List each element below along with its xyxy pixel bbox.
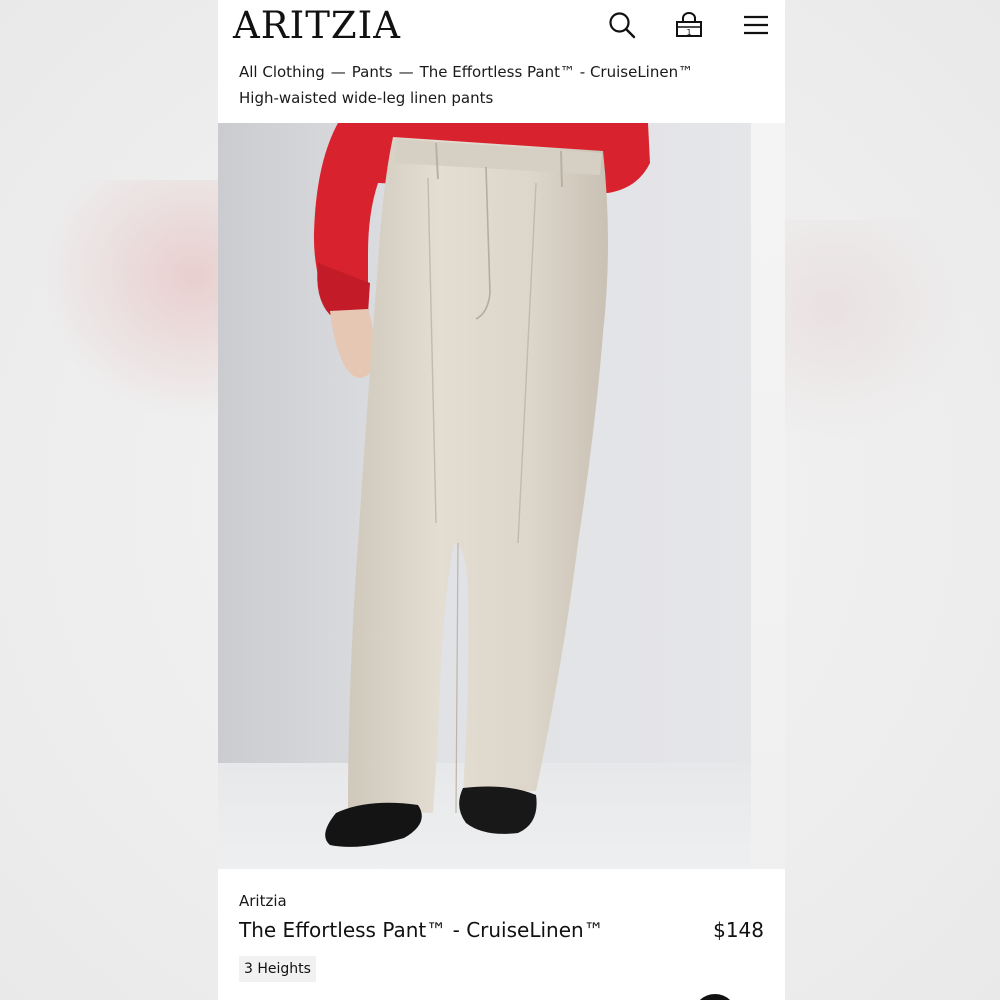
search-icon[interactable] bbox=[607, 10, 637, 40]
product-brand[interactable]: Aritzia bbox=[239, 892, 287, 910]
breadcrumb-item-current[interactable]: The Effortless Pant™ - CruiseLinen™ bbox=[420, 63, 694, 81]
page-subtitle: High-waisted wide-leg linen pants bbox=[239, 89, 494, 107]
product-image[interactable] bbox=[218, 123, 785, 869]
product-photo-illustration bbox=[218, 123, 785, 869]
site-header: ARITZIA 1 bbox=[218, 0, 785, 54]
breadcrumb-separator: — bbox=[330, 63, 346, 81]
breadcrumb: All Clothing — Pants — The Effortless Pant™ … bbox=[239, 63, 693, 81]
brand-logo[interactable]: ARITZIA bbox=[233, 4, 401, 47]
bag-count: 1 bbox=[686, 28, 691, 37]
next-image-peek[interactable] bbox=[751, 123, 785, 869]
breadcrumb-separator: — bbox=[398, 63, 414, 81]
breadcrumb-item-pants[interactable]: Pants bbox=[352, 63, 393, 81]
heights-badge: 3 Heights bbox=[239, 956, 316, 982]
background-blur-right bbox=[770, 220, 970, 440]
floating-action-button[interactable] bbox=[693, 994, 737, 1000]
shopping-bag-icon[interactable]: 1 bbox=[674, 10, 704, 40]
breadcrumb-item-all-clothing[interactable]: All Clothing bbox=[239, 63, 325, 81]
app-screen: ARITZIA 1 All Clothing — Pants — The Eff… bbox=[218, 0, 785, 1000]
product-title[interactable]: The Effortless Pant™ - CruiseLinen™ bbox=[239, 918, 604, 942]
menu-icon[interactable] bbox=[741, 10, 771, 40]
product-price: $148 bbox=[713, 918, 764, 942]
